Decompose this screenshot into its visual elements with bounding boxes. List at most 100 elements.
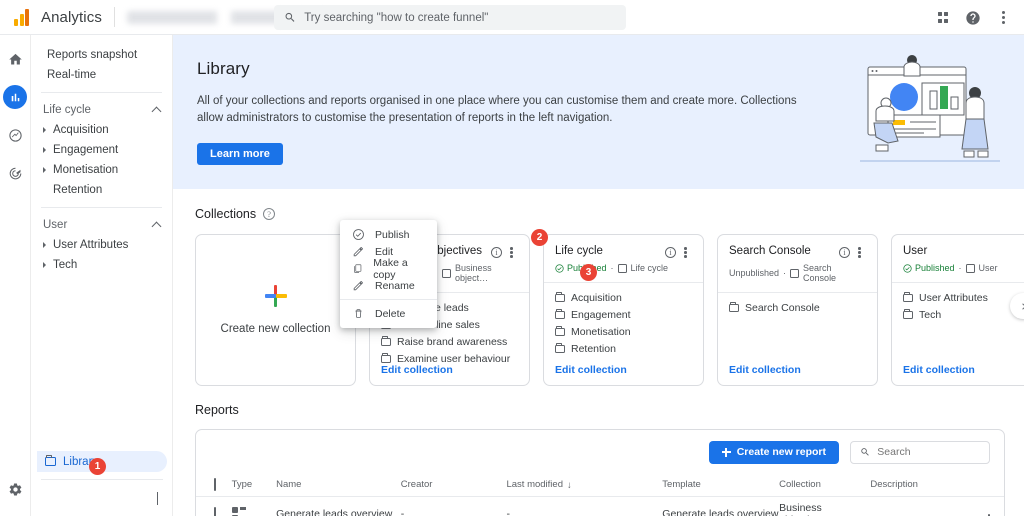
collection-card-user[interactable]: User i Published · User (891, 234, 1024, 386)
chevron-up-icon (151, 106, 162, 117)
list-item[interactable]: Tech (903, 309, 1024, 321)
list-item-label: Search Console (745, 302, 820, 314)
divider (113, 7, 115, 27)
chevron-up-icon (151, 221, 162, 232)
reports-toolbar: Create new report (196, 430, 1004, 474)
sidebar-item-tech[interactable]: Tech (35, 255, 166, 275)
help-icon[interactable] (960, 5, 986, 31)
collection-more-options-icon[interactable] (678, 245, 693, 260)
column-header-collection[interactable]: Collection (779, 474, 871, 497)
cell-last-modified: - (506, 508, 510, 516)
column-header-description[interactable]: Description (870, 474, 1004, 497)
global-search[interactable] (274, 5, 626, 30)
column-header-template[interactable]: Template (662, 474, 780, 497)
search-icon (285, 12, 295, 22)
sidebar-item-label: Reports snapshot (47, 49, 138, 61)
column-header-last-modified[interactable]: Last modified ↓ (506, 474, 663, 497)
list-item-label: User Attributes (919, 292, 988, 304)
chevron-right-icon (43, 127, 46, 133)
collection-card-search-console[interactable]: Search Console i Unpublished · Search Co… (717, 234, 878, 386)
more-options-icon[interactable] (990, 5, 1016, 31)
sidebar-item-real-time[interactable]: Real-time (35, 65, 166, 85)
cell-creator: - (400, 508, 405, 516)
trash-icon (355, 309, 362, 318)
select-all-checkbox[interactable] (214, 478, 216, 492)
cell-template: Generate leads overview (662, 508, 779, 516)
sidebar-item-retention[interactable]: Retention (35, 180, 166, 200)
menu-item-delete[interactable]: Delete (340, 305, 437, 322)
search-input[interactable] (304, 11, 616, 24)
edit-collection-link[interactable]: Edit collection (555, 364, 627, 376)
advertising-icon[interactable] (3, 161, 27, 185)
admin-gear-icon[interactable] (8, 482, 23, 502)
list-item[interactable]: Acquisition (555, 292, 693, 304)
reports-heading: Reports (195, 403, 239, 417)
folder-icon (903, 309, 913, 319)
collection-more-options-icon[interactable] (504, 245, 519, 260)
list-item-label: Retention (571, 343, 616, 355)
published-check-icon (555, 263, 564, 273)
menu-item-make-a-copy[interactable]: Make a copy (340, 257, 437, 281)
create-new-report-button[interactable]: Create new report (708, 440, 839, 464)
left-navigation: Reports snapshot Real-time Life cycle Ac… (31, 35, 173, 516)
edit-collection-link[interactable]: Edit collection (903, 364, 975, 376)
info-icon[interactable]: i (837, 245, 852, 260)
sidebar-item-monetisation[interactable]: Monetisation (35, 160, 166, 180)
create-new-report-label: Create new report (736, 446, 826, 458)
create-new-collection-card[interactable]: Create new collection (195, 234, 356, 386)
list-item[interactable]: Engagement (555, 309, 693, 321)
info-icon[interactable]: i (663, 245, 678, 260)
column-header-name[interactable]: Name (276, 474, 401, 497)
list-item[interactable]: User Attributes (903, 292, 1024, 304)
explore-icon[interactable] (3, 123, 27, 147)
list-item[interactable]: Raise brand awareness (381, 336, 519, 348)
apps-grid-icon[interactable] (930, 5, 956, 31)
list-item[interactable]: Retention (555, 343, 693, 355)
sidebar-item-user-attributes[interactable]: User Attributes (35, 235, 166, 255)
collection-topic-list: Acquisition Engagement Monetisation Rete… (544, 283, 703, 355)
learn-more-button[interactable]: Learn more (197, 143, 283, 165)
column-header-label: Last modified (506, 479, 563, 491)
sidebar-item-reports-snapshot[interactable]: Reports snapshot (35, 45, 166, 65)
edit-collection-link[interactable]: Edit collection (729, 364, 801, 376)
help-circle-icon[interactable]: ? (263, 208, 276, 220)
collections-heading: Collections ? (195, 207, 1024, 221)
hero-description: All of your collections and reports orga… (197, 95, 797, 124)
list-item[interactable]: Search Console (729, 302, 867, 314)
dot-separator: · (958, 263, 962, 273)
publish-check-icon (353, 229, 364, 240)
collection-topic-list: Search Console (718, 293, 877, 314)
collapse-nav-button[interactable] (157, 492, 158, 505)
info-icon[interactable]: i (489, 245, 504, 260)
collection-chip-icon (442, 268, 452, 278)
list-item[interactable]: Monetisation (555, 326, 693, 338)
column-header-type[interactable]: Type (231, 474, 277, 497)
list-item-label: Acquisition (571, 292, 622, 304)
sidebar-item-label: Retention (53, 184, 103, 196)
home-icon[interactable] (3, 47, 27, 71)
sidebar-section-user[interactable]: User (31, 215, 172, 235)
collection-status: Published (903, 263, 955, 273)
report-type-icon (231, 507, 277, 516)
sidebar-section-life-cycle[interactable]: Life cycle (31, 100, 172, 120)
cell-collection: Business objectives (779, 502, 826, 516)
edit-collection-link[interactable]: Edit collection (381, 364, 453, 376)
sidebar-item-acquisition[interactable]: Acquisition (35, 120, 166, 140)
collection-context-menu: Publish Edit Make a copy Rename Delete (340, 220, 437, 328)
menu-item-publish[interactable]: Publish (340, 226, 437, 243)
collection-chip-icon (965, 263, 975, 273)
list-item-label: Tech (919, 309, 942, 321)
brand-title: Analytics (41, 8, 102, 26)
chevron-right-icon (43, 147, 46, 153)
reports-search[interactable] (850, 440, 990, 464)
sidebar-item-engagement[interactable]: Engagement (35, 140, 166, 160)
table-row[interactable]: Generate leads overview - - Generate lea… (196, 496, 1004, 516)
collection-more-options-icon[interactable] (852, 245, 867, 260)
chevron-left-icon (157, 492, 158, 505)
reports-search-input[interactable] (877, 446, 980, 458)
reports-icon[interactable] (3, 85, 27, 109)
collection-card-life-cycle[interactable]: Life cycle i Published · Life cycle (543, 234, 704, 386)
column-header-creator[interactable]: Creator (400, 474, 507, 497)
row-checkbox[interactable] (214, 507, 216, 516)
collection-title: User (903, 245, 928, 257)
